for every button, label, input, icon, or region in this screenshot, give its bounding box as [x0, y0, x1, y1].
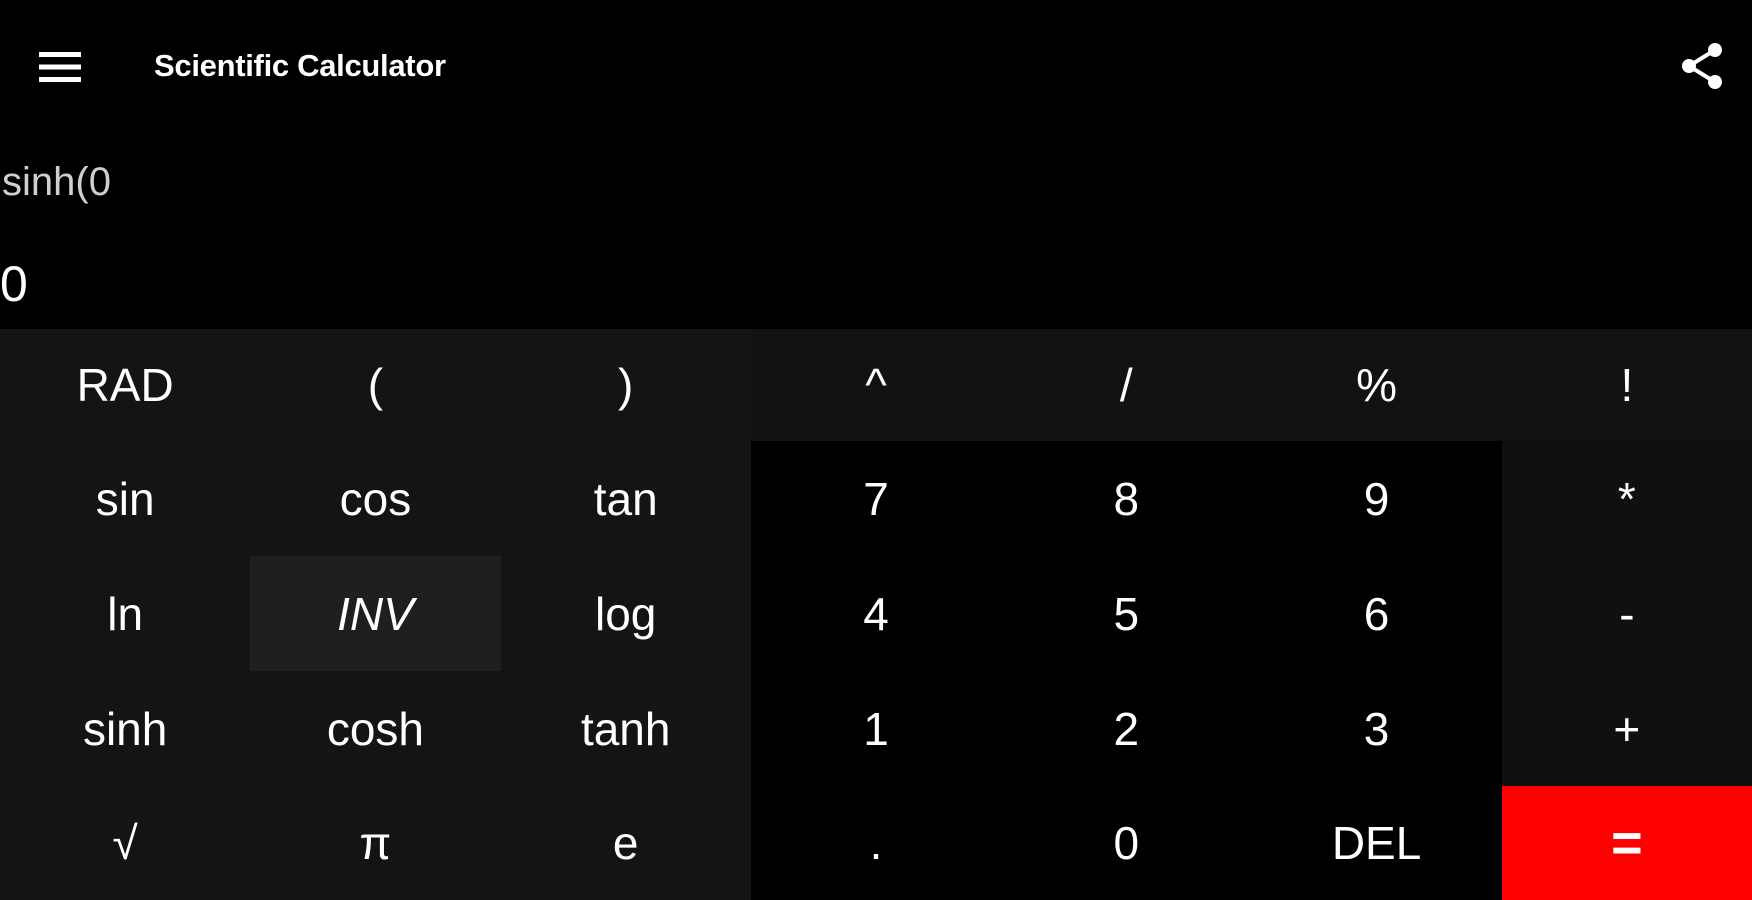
power-key[interactable]: ^: [750, 329, 1002, 441]
digit-4-key[interactable]: 4: [750, 556, 1002, 671]
cosh-key[interactable]: cosh: [250, 671, 501, 786]
menu-button[interactable]: [28, 38, 92, 96]
digit-1-key[interactable]: 1: [750, 671, 1002, 786]
share-icon: [1680, 42, 1724, 95]
tan-key[interactable]: tan: [500, 441, 751, 556]
add-key[interactable]: +: [1501, 671, 1752, 786]
digit-7-key[interactable]: 7: [750, 441, 1002, 556]
keypad: RAD ( ) ^ / % ! sin cos tan 7 8 9 * ln I…: [0, 329, 1752, 900]
inv-key[interactable]: INV: [250, 556, 501, 671]
digit-2-key[interactable]: 2: [1001, 671, 1252, 786]
cos-key[interactable]: cos: [250, 441, 501, 556]
sinh-key[interactable]: sinh: [0, 671, 251, 786]
percent-key[interactable]: %: [1251, 329, 1502, 441]
share-button[interactable]: [1670, 36, 1734, 100]
digit-6-key[interactable]: 6: [1251, 556, 1502, 671]
app-bar: Scientific Calculator: [0, 0, 1752, 135]
delete-key[interactable]: DEL: [1251, 786, 1502, 900]
e-key[interactable]: e: [500, 786, 751, 900]
result-field: 0: [0, 256, 28, 312]
digit-0-key[interactable]: 0: [1001, 786, 1252, 900]
digit-5-key[interactable]: 5: [1001, 556, 1252, 671]
ln-key[interactable]: ln: [0, 556, 251, 671]
subtract-key[interactable]: -: [1501, 556, 1752, 671]
app-title: Scientific Calculator: [154, 48, 446, 83]
open-paren-key[interactable]: (: [250, 329, 501, 441]
digit-9-key[interactable]: 9: [1251, 441, 1502, 556]
rad-key[interactable]: RAD: [0, 329, 251, 441]
divide-key[interactable]: /: [1001, 329, 1252, 441]
calculator-display: sinh(0 0: [0, 135, 1752, 329]
pi-key[interactable]: π: [250, 786, 501, 900]
tanh-key[interactable]: tanh: [500, 671, 751, 786]
sin-key[interactable]: sin: [0, 441, 251, 556]
close-paren-key[interactable]: ): [500, 329, 751, 441]
menu-icon: [39, 50, 81, 84]
sqrt-key[interactable]: √: [0, 786, 251, 900]
equals-key[interactable]: =: [1501, 786, 1752, 900]
digit-3-key[interactable]: 3: [1251, 671, 1502, 786]
log-key[interactable]: log: [500, 556, 751, 671]
multiply-key[interactable]: *: [1501, 441, 1752, 556]
decimal-key[interactable]: .: [750, 786, 1002, 900]
digit-8-key[interactable]: 8: [1001, 441, 1252, 556]
expression-field[interactable]: sinh(0: [2, 160, 111, 205]
factorial-key[interactable]: !: [1501, 329, 1752, 441]
